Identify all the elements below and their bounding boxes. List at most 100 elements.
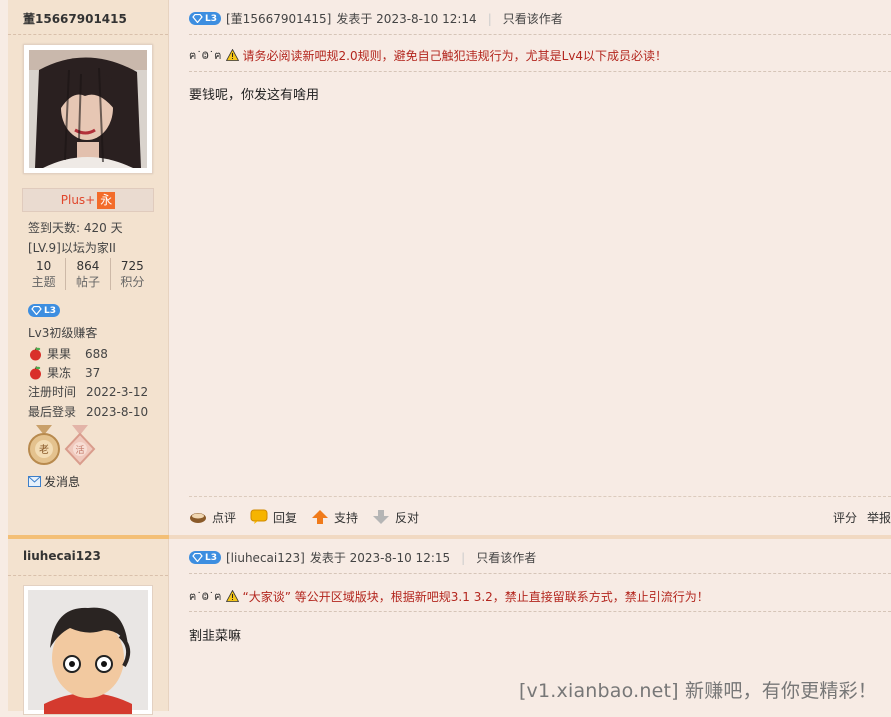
comment-button[interactable]: 点评 — [189, 509, 236, 526]
svg-text:老: 老 — [39, 443, 49, 456]
avatar-image — [29, 50, 147, 168]
post-content-area: L3 [董15667901415] 发表于 2023-8-10 12:14 | … — [169, 0, 891, 711]
last-login-label: 最后登录 — [28, 405, 77, 419]
sidebar-divider — [8, 34, 168, 35]
guodong-label: 果冻 — [47, 366, 72, 380]
stat-label: 主题 — [31, 275, 56, 289]
only-author-link[interactable]: 只看该作者 — [476, 549, 536, 566]
notice-divider — [189, 71, 891, 72]
sidebar-divider — [8, 575, 168, 576]
header-separator: | — [487, 11, 492, 26]
stat-value: 725 — [120, 259, 144, 273]
register-row: 注册时间 2022-3-12 — [28, 383, 148, 400]
register-label: 注册时间 — [28, 385, 77, 399]
medal-icon[interactable]: 老 — [26, 425, 62, 467]
envelope-icon — [28, 476, 41, 487]
stat-label: 积分 — [120, 275, 145, 289]
level-badge-text: L3 — [205, 552, 217, 563]
level-badge-pill: L3 — [28, 304, 60, 317]
post-body: 割韭菜嘛 — [189, 629, 242, 644]
guodong-row: 果冻 37 — [28, 364, 100, 381]
avatar[interactable] — [23, 585, 153, 715]
arrow-down-icon — [373, 510, 390, 524]
guoguo-row: 果果 688 — [28, 345, 108, 362]
notice-divider — [189, 611, 891, 612]
rules-notice[interactable]: ฅ˙Ⱉ˙ฅ 请务必阅读新吧规2.0规则，避免自己触犯违规行为，尤其是Lv4以下成… — [189, 46, 667, 64]
reply-button[interactable]: 回复 — [250, 509, 297, 526]
author-username[interactable]: liuhecai123 — [23, 549, 101, 563]
rules-notice[interactable]: ฅ˙Ⱉ˙ฅ “大家谈” 等公开区域版块，根据新吧规3.1 3.2，禁止直接留联系… — [189, 587, 709, 605]
level-badge: L3 — [28, 303, 60, 317]
reply-label: 回复 — [273, 510, 298, 525]
user-stats: 10 主题 864 帖子 725 积分 — [22, 258, 154, 290]
header-divider — [189, 573, 891, 574]
stat-value: 864 — [76, 259, 100, 273]
level-name: Lv3初级赚客 — [28, 326, 98, 340]
permanent-badge: 永 — [97, 191, 116, 209]
plus-label: Plus+ — [60, 193, 96, 207]
post-header: L3 [董15667901415] 发表于 2023-8-10 12:14 | … — [189, 10, 563, 27]
diamond-icon — [192, 14, 203, 23]
post-actions: 点评 回复 支持 反对 评分 举报 — [189, 506, 891, 528]
oppose-button[interactable]: 反对 — [372, 509, 419, 526]
register-value: 2022-3-12 — [86, 384, 149, 399]
arrow-up-icon — [312, 510, 329, 524]
post-author-link[interactable]: [liuhecai123] — [226, 551, 305, 565]
notice-text: “大家谈” 等公开区域版块，根据新吧规3.1 3.2，禁止直接留联系方式，禁止引… — [242, 589, 709, 604]
header-separator: | — [461, 550, 466, 565]
medal-icon[interactable]: 活 — [62, 425, 98, 467]
support-button[interactable]: 支持 — [311, 509, 358, 526]
actions-divider — [189, 496, 891, 497]
level-badge-pill: L3 — [189, 551, 221, 564]
guoguo-value: 688 — [85, 346, 108, 361]
stat-points[interactable]: 725 积分 — [111, 258, 154, 290]
signin-days: 签到天数: 420 天 — [28, 221, 123, 235]
notice-emoticon: ฅ˙Ⱉ˙ฅ — [189, 49, 222, 62]
report-button[interactable]: 举报 — [867, 509, 891, 526]
avatar[interactable] — [23, 44, 153, 174]
post-header: L3 [liuhecai123] 发表于 2023-8-10 12:15 | 只… — [189, 549, 536, 566]
guodong-value: 37 — [85, 365, 101, 380]
post-time: 发表于 2023-8-10 12:15 — [309, 551, 451, 565]
rate-button[interactable]: 评分 — [833, 509, 857, 526]
post1-author-sidebar: 董15667901415 Plus+ 永 签到天数: 420 天 [LV.9]以… — [8, 0, 169, 715]
only-author-link[interactable]: 只看该作者 — [503, 10, 563, 27]
author-username[interactable]: 董15667901415 — [23, 10, 127, 27]
last-login-value: 2023-8-10 — [86, 404, 149, 419]
last-login-row: 最后登录 2023-8-10 — [28, 403, 148, 420]
comment-label: 点评 — [212, 510, 237, 525]
diamond-icon — [192, 553, 203, 562]
send-message-link[interactable]: 发消息 — [28, 473, 80, 490]
stat-value: 10 — [36, 259, 52, 273]
diamond-icon — [31, 306, 42, 315]
post-body: 要钱呢，你发这有啥用 — [189, 88, 320, 103]
header-divider — [189, 34, 891, 35]
post-separator — [8, 535, 169, 539]
right-actions: 评分 举报 — [833, 509, 891, 526]
chat-bubble-icon — [250, 509, 268, 524]
level-badge-text: L3 — [44, 305, 56, 316]
site-watermark: [v1.xianbao.net] 新赚吧，有你更精彩！ — [518, 680, 877, 702]
support-label: 支持 — [334, 510, 359, 525]
coffee-cup-icon — [190, 513, 206, 523]
user-rank[interactable]: [LV.9]以坛为家II — [28, 239, 116, 256]
stat-label: 帖子 — [75, 275, 100, 289]
send-message-label: 发消息 — [44, 475, 81, 489]
oppose-label: 反对 — [395, 510, 420, 525]
guoguo-label: 果果 — [47, 347, 72, 361]
warning-icon — [225, 49, 239, 61]
warning-icon — [225, 590, 239, 602]
apple-icon — [30, 366, 41, 380]
post-author-link[interactable]: [董15667901415] — [226, 10, 331, 27]
post-time: 发表于 2023-8-10 12:14 — [336, 12, 477, 26]
avatar-image — [28, 590, 148, 714]
plus-membership-badge: Plus+ 永 — [22, 188, 154, 212]
apple-icon — [30, 347, 41, 361]
level-badge-text: L3 — [205, 13, 217, 24]
svg-text:活: 活 — [75, 444, 84, 456]
post-separator — [169, 535, 891, 539]
stat-posts[interactable]: 864 帖子 — [66, 258, 111, 290]
notice-emoticon: ฅ˙Ⱉ˙ฅ — [189, 590, 222, 603]
stat-threads[interactable]: 10 主题 — [22, 258, 67, 290]
notice-text: 请务必阅读新吧规2.0规则，避免自己触犯违规行为，尤其是Lv4以下成员必读！ — [242, 48, 668, 63]
